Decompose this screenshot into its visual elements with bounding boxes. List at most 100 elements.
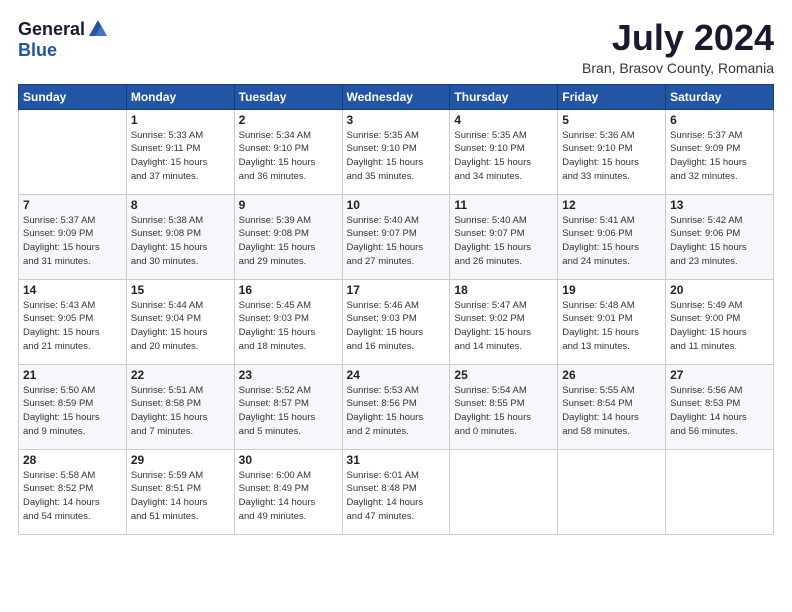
day-number: 4 xyxy=(454,113,553,127)
day-number: 11 xyxy=(454,198,553,212)
table-row: 26 Sunrise: 5:55 AMSunset: 8:54 PMDayligh… xyxy=(558,364,666,449)
day-number: 31 xyxy=(347,453,446,467)
day-info: Sunrise: 5:59 AMSunset: 8:51 PMDaylight:… xyxy=(131,469,230,524)
table-row: 23 Sunrise: 5:52 AMSunset: 8:57 PMDayligh… xyxy=(234,364,342,449)
day-info: Sunrise: 5:37 AMSunset: 9:09 PMDaylight:… xyxy=(23,214,122,269)
table-row xyxy=(450,449,558,534)
table-row: 18Sunrise: 5:47 AMSunset: 9:02 PMDayligh… xyxy=(450,279,558,364)
day-number: 15 xyxy=(131,283,230,297)
table-row: 24 Sunrise: 5:53 AMSunset: 8:56 PMDayligh… xyxy=(342,364,450,449)
table-row: 17Sunrise: 5:46 AMSunset: 9:03 PMDayligh… xyxy=(342,279,450,364)
day-number: 6 xyxy=(670,113,769,127)
table-row: 12 Sunrise: 5:41 AMSunset: 9:06 PMDayligh… xyxy=(558,194,666,279)
calendar-week-row: 21Sunrise: 5:50 AMSunset: 8:59 PMDayligh… xyxy=(19,364,774,449)
table-row: 10 Sunrise: 5:40 AMSunset: 9:07 PMDayligh… xyxy=(342,194,450,279)
col-wednesday: Wednesday xyxy=(342,84,450,109)
calendar-header-row: Sunday Monday Tuesday Wednesday Thursday… xyxy=(19,84,774,109)
day-number: 21 xyxy=(23,368,122,382)
day-number: 7 xyxy=(23,198,122,212)
day-info: Sunrise: 5:39 AMSunset: 9:08 PMDaylight:… xyxy=(239,214,338,269)
day-number: 1 xyxy=(131,113,230,127)
day-info: Sunrise: 5:56 AMSunset: 8:53 PMDaylight:… xyxy=(670,384,769,439)
table-row: 22 Sunrise: 5:51 AMSunset: 8:58 PMDayligh… xyxy=(126,364,234,449)
day-info: Sunrise: 5:35 AMSunset: 9:10 PMDaylight:… xyxy=(454,129,553,184)
col-thursday: Thursday xyxy=(450,84,558,109)
col-saturday: Saturday xyxy=(666,84,774,109)
day-number: 24 xyxy=(347,368,446,382)
day-info: Sunrise: 5:37 AMSunset: 9:09 PMDaylight:… xyxy=(670,129,769,184)
table-row: 14Sunrise: 5:43 AMSunset: 9:05 PMDayligh… xyxy=(19,279,127,364)
day-info: Sunrise: 6:01 AMSunset: 8:48 PMDaylight:… xyxy=(347,469,446,524)
col-tuesday: Tuesday xyxy=(234,84,342,109)
table-row: 11 Sunrise: 5:40 AMSunset: 9:07 PMDayligh… xyxy=(450,194,558,279)
table-row xyxy=(19,109,127,194)
month-year-title: July 2024 xyxy=(582,18,774,58)
col-monday: Monday xyxy=(126,84,234,109)
day-info: Sunrise: 5:51 AMSunset: 8:58 PMDaylight:… xyxy=(131,384,230,439)
table-row: 25Sunrise: 5:54 AMSunset: 8:55 PMDayligh… xyxy=(450,364,558,449)
day-info: Sunrise: 5:47 AMSunset: 9:02 PMDaylight:… xyxy=(454,299,553,354)
day-number: 20 xyxy=(670,283,769,297)
table-row: 27 Sunrise: 5:56 AMSunset: 8:53 PMDayligh… xyxy=(666,364,774,449)
logo-icon xyxy=(87,18,109,40)
day-number: 22 xyxy=(131,368,230,382)
table-row: 19Sunrise: 5:48 AMSunset: 9:01 PMDayligh… xyxy=(558,279,666,364)
day-number: 14 xyxy=(23,283,122,297)
table-row: 7 Sunrise: 5:37 AMSunset: 9:09 PMDaylight… xyxy=(19,194,127,279)
day-number: 27 xyxy=(670,368,769,382)
day-info: Sunrise: 5:45 AMSunset: 9:03 PMDaylight:… xyxy=(239,299,338,354)
day-number: 8 xyxy=(131,198,230,212)
table-row: 6 Sunrise: 5:37 AMSunset: 9:09 PMDaylight… xyxy=(666,109,774,194)
page-header: General Blue July 2024 Bran, Brasov Coun… xyxy=(18,18,774,76)
day-info: Sunrise: 5:41 AMSunset: 9:06 PMDaylight:… xyxy=(562,214,661,269)
table-row: 16 Sunrise: 5:45 AMSunset: 9:03 PMDayligh… xyxy=(234,279,342,364)
col-friday: Friday xyxy=(558,84,666,109)
day-info: Sunrise: 5:33 AMSunset: 9:11 PMDaylight:… xyxy=(131,129,230,184)
day-info: Sunrise: 5:52 AMSunset: 8:57 PMDaylight:… xyxy=(239,384,338,439)
day-number: 28 xyxy=(23,453,122,467)
day-info: Sunrise: 6:00 AMSunset: 8:49 PMDaylight:… xyxy=(239,469,338,524)
table-row: 28Sunrise: 5:58 AMSunset: 8:52 PMDayligh… xyxy=(19,449,127,534)
day-number: 19 xyxy=(562,283,661,297)
col-sunday: Sunday xyxy=(19,84,127,109)
day-info: Sunrise: 5:42 AMSunset: 9:06 PMDaylight:… xyxy=(670,214,769,269)
calendar-week-row: 14Sunrise: 5:43 AMSunset: 9:05 PMDayligh… xyxy=(19,279,774,364)
day-number: 29 xyxy=(131,453,230,467)
day-number: 16 xyxy=(239,283,338,297)
table-row: 2 Sunrise: 5:34 AMSunset: 9:10 PMDaylight… xyxy=(234,109,342,194)
day-number: 12 xyxy=(562,198,661,212)
logo: General Blue xyxy=(18,18,109,61)
day-info: Sunrise: 5:53 AMSunset: 8:56 PMDaylight:… xyxy=(347,384,446,439)
day-number: 9 xyxy=(239,198,338,212)
calendar-week-row: 7 Sunrise: 5:37 AMSunset: 9:09 PMDaylight… xyxy=(19,194,774,279)
table-row: 5Sunrise: 5:36 AMSunset: 9:10 PMDaylight… xyxy=(558,109,666,194)
day-info: Sunrise: 5:36 AMSunset: 9:10 PMDaylight:… xyxy=(562,129,661,184)
table-row: 9 Sunrise: 5:39 AMSunset: 9:08 PMDaylight… xyxy=(234,194,342,279)
table-row: 8 Sunrise: 5:38 AMSunset: 9:08 PMDaylight… xyxy=(126,194,234,279)
logo-blue-text: Blue xyxy=(18,40,57,61)
table-row xyxy=(666,449,774,534)
day-info: Sunrise: 5:46 AMSunset: 9:03 PMDaylight:… xyxy=(347,299,446,354)
day-number: 10 xyxy=(347,198,446,212)
logo-general-text: General xyxy=(18,19,85,40)
day-number: 13 xyxy=(670,198,769,212)
table-row: 21Sunrise: 5:50 AMSunset: 8:59 PMDayligh… xyxy=(19,364,127,449)
day-number: 26 xyxy=(562,368,661,382)
day-info: Sunrise: 5:38 AMSunset: 9:08 PMDaylight:… xyxy=(131,214,230,269)
day-number: 23 xyxy=(239,368,338,382)
day-info: Sunrise: 5:34 AMSunset: 9:10 PMDaylight:… xyxy=(239,129,338,184)
table-row: 3 Sunrise: 5:35 AMSunset: 9:10 PMDaylight… xyxy=(342,109,450,194)
day-info: Sunrise: 5:40 AMSunset: 9:07 PMDaylight:… xyxy=(347,214,446,269)
table-row: 15 Sunrise: 5:44 AMSunset: 9:04 PMDayligh… xyxy=(126,279,234,364)
table-row: 30Sunrise: 6:00 AMSunset: 8:49 PMDayligh… xyxy=(234,449,342,534)
day-info: Sunrise: 5:35 AMSunset: 9:10 PMDaylight:… xyxy=(347,129,446,184)
table-row: 1 Sunrise: 5:33 AMSunset: 9:11 PMDaylight… xyxy=(126,109,234,194)
day-info: Sunrise: 5:55 AMSunset: 8:54 PMDaylight:… xyxy=(562,384,661,439)
table-row: 13 Sunrise: 5:42 AMSunset: 9:06 PMDayligh… xyxy=(666,194,774,279)
day-info: Sunrise: 5:40 AMSunset: 9:07 PMDaylight:… xyxy=(454,214,553,269)
title-block: July 2024 Bran, Brasov County, Romania xyxy=(582,18,774,76)
day-number: 3 xyxy=(347,113,446,127)
day-info: Sunrise: 5:44 AMSunset: 9:04 PMDaylight:… xyxy=(131,299,230,354)
day-number: 2 xyxy=(239,113,338,127)
day-info: Sunrise: 5:49 AMSunset: 9:00 PMDaylight:… xyxy=(670,299,769,354)
